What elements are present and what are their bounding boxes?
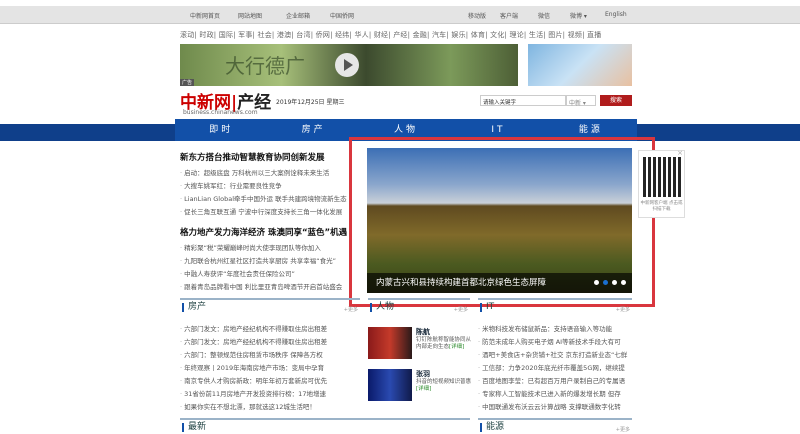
person-desc-text: 抖音的短视频知识普惠 xyxy=(416,379,472,385)
section-title[interactable]: IT xyxy=(480,303,494,312)
news-item[interactable]: 中国联通发布沃云云计算战略 支撑联通数字化转 xyxy=(478,401,632,414)
nav-tab-fangchan[interactable]: 房产 xyxy=(267,119,359,141)
section-title[interactable]: 人物 xyxy=(370,303,394,312)
sitemap-link[interactable]: 网站地图 xyxy=(238,11,262,20)
news-item[interactable]: LianLian Global牵手中国外运 联手共建跨境物流新生态 xyxy=(180,193,352,206)
section-fangchan-header: 房产 +更多 xyxy=(180,298,360,314)
person-photo[interactable] xyxy=(368,369,412,401)
section-nengyuan-header: 能源 +更多 xyxy=(478,418,632,434)
news-item[interactable]: 南京专供人才购房新政：明年年初万套新房可优先 xyxy=(180,375,360,388)
banner-text: 大行德广 xyxy=(225,54,305,78)
banner-ad[interactable]: 大行德广 广告 xyxy=(180,44,518,86)
home-link[interactable]: 中新网首页 xyxy=(190,11,220,20)
section-zuixin-header: 最新 xyxy=(180,418,470,434)
news-item[interactable]: 专家称人工智能技术已进入新的爆发增长期 但存 xyxy=(478,388,632,401)
news-item[interactable]: 跟着青岛品牌看中国 利比里亚青岛啤酒节开启首站盛会 xyxy=(180,281,352,294)
search-input[interactable]: 请输入关键字 xyxy=(480,95,566,106)
news-item[interactable]: 启动：超级底盘 万科杭州以三大案例诠释未来生活 xyxy=(180,167,352,180)
qr-download-panel[interactable]: × 中新网客户端 点击或扫描下载 xyxy=(638,149,685,218)
more-link[interactable]: +更多 xyxy=(454,306,468,313)
side-ad[interactable] xyxy=(528,44,632,86)
qr-text: 中新网客户端 点击或扫描下载 xyxy=(640,201,683,212)
news-item[interactable]: 九阳联合杭州红星社区打造共享厨房 共享幸福“食光” xyxy=(180,255,352,268)
news-item[interactable]: 促长三角互联互通 宁波中行深度支持长三角一体化发展 xyxy=(180,206,352,219)
headline[interactable]: 新东方搭台推动智慧教育协同创新发展 xyxy=(180,151,352,163)
news-item[interactable]: 年终观察丨2019年海南房地产市场：变局中孕育 xyxy=(180,362,360,375)
person-desc: 抖音的短视频知识普惠 [详细] xyxy=(416,379,476,393)
fangchan-list: 六部门发文：房地产经纪机构不得赚取住房出租差 六部门发文：房地产经纪机构不得赚取… xyxy=(180,323,360,414)
play-icon[interactable] xyxy=(335,53,359,77)
news-item[interactable]: 防范未成年人购买电子烟 AI等新技术手段大有可 xyxy=(478,336,632,349)
news-item[interactable]: 工信部：力争2020年底光纤市覆盖5G网，继续提 xyxy=(478,362,632,375)
qiaowang-link[interactable]: 中国侨网 xyxy=(330,11,354,20)
english-link[interactable]: English xyxy=(605,11,627,18)
section-title[interactable]: 房产 xyxy=(182,303,206,312)
headline-block-1: 新东方搭台推动智慧教育协同创新发展 启动：超级底盘 万科杭州以三大案例诠释未来生… xyxy=(180,151,352,219)
news-item[interactable]: 大搜车姚军红：行业需要良性竞争 xyxy=(180,180,352,193)
headline-block-2: 格力地产发力海洋经济 珠澳同享“蓝色”机遇 精彩聚“税”荣耀巅峰时尚大使李现团队… xyxy=(180,226,352,294)
more-link[interactable]: +更多 xyxy=(616,306,630,313)
qr-code-icon xyxy=(643,157,682,197)
person-name[interactable]: 张羽 xyxy=(416,369,430,379)
nav-tab-jishi[interactable]: 即时 xyxy=(175,119,267,141)
person-desc: 钉钉陈航称智能协同从内部走向生态[详细] xyxy=(416,337,476,351)
search-button[interactable]: 搜索 xyxy=(600,95,632,106)
news-item[interactable]: 精彩聚“税”荣耀巅峰时尚大使李现团队等你加入 xyxy=(180,242,352,255)
headline[interactable]: 格力地产发力海洋经济 珠澳同享“蓝色”机遇 xyxy=(180,226,352,238)
section-it-header: IT +更多 xyxy=(478,298,632,314)
more-link[interactable]: +更多 xyxy=(344,306,358,313)
it-list: 米物科技发布储鼠新品：支持语音输入等功能 防范未成年人购买电子烟 AI等新技术手… xyxy=(478,323,632,414)
section-title[interactable]: 能源 xyxy=(480,423,504,432)
section-title[interactable]: 最新 xyxy=(182,423,206,432)
close-icon[interactable]: × xyxy=(677,149,683,157)
client-link[interactable]: 客户端 xyxy=(500,11,518,20)
news-item[interactable]: 中融人寿获评“年度社会责任保险公司” xyxy=(180,268,352,281)
news-item[interactable]: 六部门发文：房地产经纪机构不得赚取住房出租差 xyxy=(180,323,360,336)
news-item[interactable]: 31省份前11月房地产开发投资排行榜：17地增速 xyxy=(180,388,360,401)
news-item[interactable]: 酒吧+美食店+杂货铺+社交 京东打造新业态“七鲜 xyxy=(478,349,632,362)
detail-link[interactable]: [详细] xyxy=(416,386,431,392)
person-card[interactable]: 张羽 抖音的短视频知识普惠 [详细] xyxy=(368,369,478,403)
news-item[interactable]: 如果你实在不想北漂，那就选这12城生活吧！ xyxy=(180,401,360,414)
news-item[interactable]: 百度地图李莹：已有超百万用户录制自己的专属语 xyxy=(478,375,632,388)
top-utility-bar: 中新网首页 网站地图 企业邮箱 中国侨网 移动版 客户端 微信 微博 ▾ Eng… xyxy=(0,6,800,24)
date-text: 2019年12月25日 星期三 xyxy=(276,99,345,106)
mobile-link[interactable]: 移动版 xyxy=(468,11,486,20)
section-renwu-header: 人物 +更多 xyxy=(368,298,470,314)
logo-domain: business.chinanews.com xyxy=(183,109,258,116)
news-item[interactable]: 米物科技发布储鼠新品：支持语音输入等功能 xyxy=(478,323,632,336)
search-scope-select[interactable]: 中新 ▾ xyxy=(566,95,596,107)
person-name[interactable]: 陈航 xyxy=(416,327,430,337)
news-item[interactable]: 六部门发文：房地产经纪机构不得赚取住房出租差 xyxy=(180,336,360,349)
person-photo[interactable] xyxy=(368,327,412,359)
ad-label: 广告 xyxy=(180,79,195,86)
category-links[interactable]: 滚动| 时政| 国际| 军事| 社会| 港澳| 台湾| 侨网| 经纬| 华人| … xyxy=(180,30,632,40)
weibo-link[interactable]: 微博 ▾ xyxy=(570,11,587,20)
news-item[interactable]: 六部门：整顿规范住房租赁市场秩序 保障各方权 xyxy=(180,349,360,362)
mail-link[interactable]: 企业邮箱 xyxy=(286,11,310,20)
detail-link[interactable]: [详细] xyxy=(449,344,464,350)
person-card[interactable]: 陈航 钉钉陈航称智能协同从内部走向生态[详细] xyxy=(368,327,478,361)
wechat-link[interactable]: 微信 xyxy=(538,11,550,20)
highlight-box xyxy=(349,137,655,307)
